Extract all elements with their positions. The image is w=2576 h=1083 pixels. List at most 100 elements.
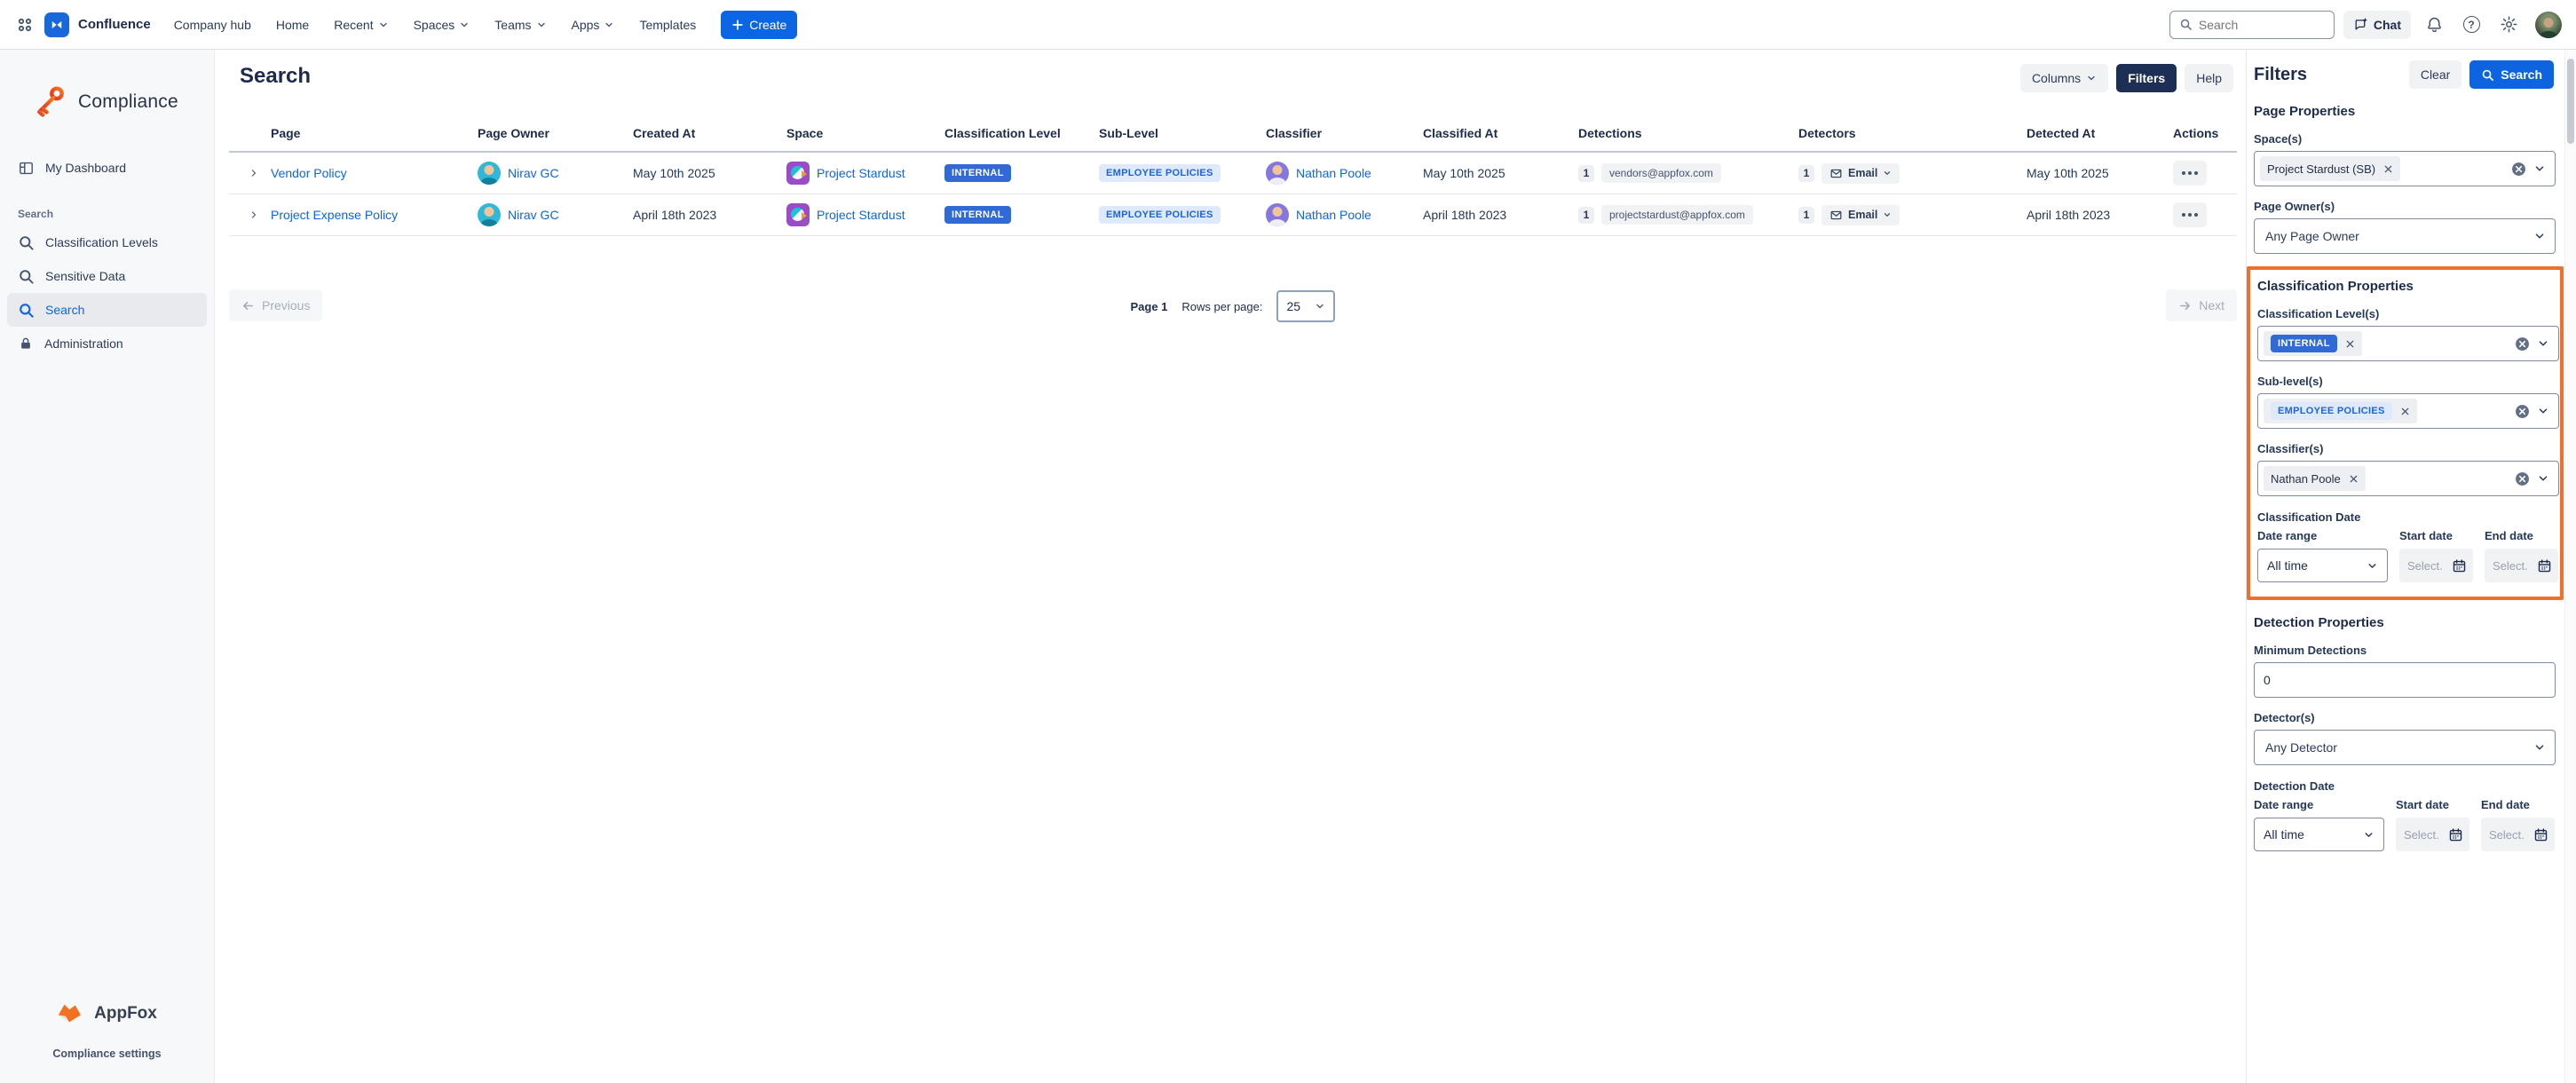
scrollbar-thumb[interactable]: [2567, 59, 2574, 144]
sidebar-item-search[interactable]: Search: [7, 293, 207, 327]
column-header-detections[interactable]: Detections: [1571, 115, 1791, 153]
column-header-detected-at[interactable]: Detected At: [2019, 115, 2166, 153]
rows-per-page-select[interactable]: 25: [1276, 290, 1335, 322]
remove-chip-icon[interactable]: [2345, 339, 2355, 349]
remove-chip-icon[interactable]: [2383, 164, 2393, 174]
column-header-classification-level[interactable]: Classification Level: [937, 115, 1092, 153]
classification-properties-heading: Classification Properties: [2257, 279, 2560, 294]
detection-properties-heading: Detection Properties: [2254, 615, 2576, 630]
table-row-cell-detections: 1 vendors@appfox.com: [1571, 153, 1791, 194]
classification-date-range-select[interactable]: All time: [2257, 549, 2388, 582]
columns-button[interactable]: Columns: [2020, 64, 2108, 92]
sidebar-item-my-dashboard[interactable]: My Dashboard: [7, 151, 207, 185]
page-owner-select[interactable]: Any Page Owner: [2254, 218, 2556, 254]
detection-start-date-input[interactable]: Select.: [2396, 818, 2469, 851]
confluence-logo-icon[interactable]: [44, 12, 69, 37]
nav-recent[interactable]: Recent: [334, 18, 388, 32]
settings-button[interactable]: [2494, 11, 2523, 39]
column-header-classifier[interactable]: Classifier: [1259, 115, 1416, 153]
help-button[interactable]: ?: [2457, 11, 2485, 39]
sidebar-item-classification-levels[interactable]: Classification Levels: [7, 225, 207, 259]
classifier-link[interactable]: Nathan Poole: [1296, 208, 1371, 222]
row-actions-button[interactable]: [2173, 161, 2207, 186]
column-header-sub-level[interactable]: Sub-Level: [1092, 115, 1259, 153]
clear-select-icon[interactable]: [2515, 336, 2530, 352]
column-header-detectors[interactable]: Detectors: [1791, 115, 2019, 153]
help-button-main[interactable]: Help: [2185, 64, 2233, 92]
detector-chip[interactable]: Email: [1821, 205, 1900, 225]
minimum-detections-input[interactable]: [2254, 662, 2556, 698]
calendar-icon: [2448, 827, 2463, 842]
global-search-field[interactable]: [2199, 18, 2314, 32]
notifications-button[interactable]: [2420, 11, 2448, 39]
column-header-actions: Actions: [2166, 115, 2237, 153]
chevron-right-icon[interactable]: [249, 209, 259, 220]
chevron-down-icon[interactable]: [2537, 472, 2549, 485]
sidebar-item-administration[interactable]: Administration: [7, 327, 207, 360]
chevron-down-icon[interactable]: [2533, 230, 2546, 242]
page-link[interactable]: Vendor Policy: [271, 166, 347, 180]
chevron-down-icon: [536, 20, 547, 30]
detector-select[interactable]: Any Detector: [2254, 730, 2556, 765]
space-link[interactable]: Project Stardust: [817, 166, 905, 180]
clear-select-icon[interactable]: [2511, 162, 2526, 177]
table-row-cell-detectors: 1 Email: [1791, 153, 2019, 194]
column-header-page[interactable]: Page: [229, 115, 470, 153]
chevron-down-icon: [2086, 73, 2097, 83]
clear-filters-button[interactable]: Clear: [2409, 60, 2461, 89]
fox-icon: [57, 1002, 87, 1024]
calendar-icon: [2452, 558, 2467, 573]
remove-chip-icon[interactable]: [2400, 407, 2410, 416]
clear-select-icon[interactable]: [2515, 471, 2530, 486]
chat-button[interactable]: Chat: [2343, 11, 2411, 39]
detectors-count-badge: 1: [1798, 165, 1814, 182]
app-switcher-icon[interactable]: [16, 16, 34, 34]
clear-select-icon[interactable]: [2515, 404, 2530, 419]
global-search-input[interactable]: [2169, 11, 2335, 39]
owner-link[interactable]: Nirav GC: [508, 166, 559, 180]
compliance-settings-link[interactable]: Compliance settings: [0, 1047, 214, 1060]
classification-properties-highlight: Classification Properties Classification…: [2247, 266, 2564, 600]
detection-date-range-select[interactable]: All time: [2254, 818, 2384, 851]
remove-chip-icon[interactable]: [2349, 474, 2359, 484]
nav-teams[interactable]: Teams: [494, 18, 546, 32]
next-page-button[interactable]: Next: [2166, 289, 2237, 321]
create-button[interactable]: Create: [721, 11, 797, 39]
chevron-down-icon[interactable]: [2533, 162, 2546, 175]
scrollbar-track[interactable]: [2564, 50, 2576, 1083]
spaces-select[interactable]: Project Stardust (SB): [2254, 151, 2556, 186]
nav-spaces[interactable]: Spaces: [414, 18, 470, 32]
owner-link[interactable]: Nirav GC: [508, 208, 559, 222]
classification-end-date-input[interactable]: Select.: [2485, 549, 2558, 582]
user-avatar[interactable]: [2535, 12, 2562, 38]
nav-home[interactable]: Home: [276, 18, 309, 32]
calendar-icon: [2533, 827, 2548, 842]
filters-button[interactable]: Filters: [2116, 64, 2177, 92]
detection-end-date-input[interactable]: Select.: [2481, 818, 2555, 851]
table-row-cell-owner: Nirav GC: [470, 153, 626, 194]
column-header-page-owner[interactable]: Page Owner: [470, 115, 626, 153]
classification-level-select[interactable]: INTERNAL: [2257, 326, 2559, 361]
nav-company-hub[interactable]: Company hub: [174, 18, 251, 32]
table-row-cell-classifier: Nathan Poole: [1259, 194, 1416, 236]
detection-value-chip: vendors@appfox.com: [1601, 163, 1721, 183]
chevron-down-icon[interactable]: [2537, 405, 2549, 417]
apply-search-button[interactable]: Search: [2469, 60, 2554, 89]
page-link[interactable]: Project Expense Policy: [271, 208, 398, 222]
column-header-space[interactable]: Space: [779, 115, 937, 153]
chevron-right-icon[interactable]: [249, 168, 259, 178]
chevron-down-icon[interactable]: [2533, 741, 2546, 754]
row-actions-button[interactable]: [2173, 202, 2207, 227]
nav-apps[interactable]: Apps: [572, 18, 615, 32]
detector-chip[interactable]: Email: [1821, 163, 1900, 184]
sublevel-select[interactable]: EMPLOYEE POLICIES: [2257, 393, 2559, 429]
classifier-link[interactable]: Nathan Poole: [1296, 166, 1371, 180]
nav-templates[interactable]: Templates: [639, 18, 696, 32]
column-header-created-at[interactable]: Created At: [626, 115, 779, 153]
sidebar-item-sensitive-data[interactable]: Sensitive Data: [7, 259, 207, 293]
classifier-select[interactable]: Nathan Poole: [2257, 461, 2559, 496]
chevron-down-icon[interactable]: [2537, 337, 2549, 350]
classification-start-date-input[interactable]: Select.: [2399, 549, 2473, 582]
column-header-classified-at[interactable]: Classified At: [1416, 115, 1571, 153]
space-link[interactable]: Project Stardust: [817, 208, 905, 222]
